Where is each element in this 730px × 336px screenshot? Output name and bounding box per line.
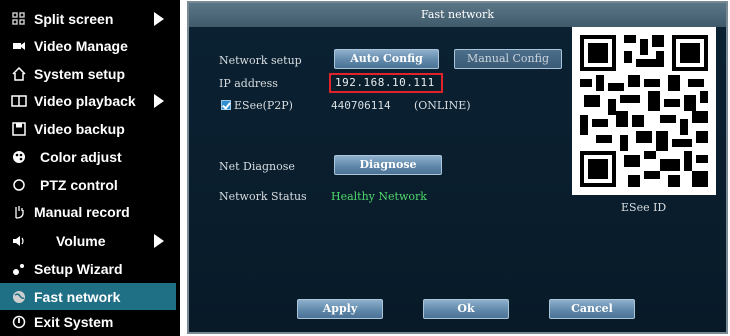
grid-icon [10, 10, 28, 28]
dialog-title: Fast network [189, 3, 726, 27]
menu-item-fast-network[interactable]: Fast network [0, 283, 176, 310]
menu-item-video-manage[interactable]: Video Manage [0, 32, 176, 59]
apply-button[interactable]: Apply [297, 299, 383, 319]
menu-item-label: Video backup [34, 120, 125, 137]
menu-item-label: Video Manage [34, 37, 128, 54]
menu-item-video-backup[interactable]: Video backup [0, 115, 176, 142]
speaker-icon [10, 232, 28, 250]
network-setup-label: Network setup [219, 54, 302, 67]
ptz-icon [10, 176, 28, 194]
context-menu: Split screen Video Manage System setup V… [0, 0, 180, 336]
menu-item-label: Fast network [34, 288, 121, 305]
esee-p2p-label: ESee(P2P) [234, 99, 293, 112]
esee-p2p-checkbox[interactable] [221, 100, 231, 110]
menu-item-color-adjust[interactable]: Color adjust [0, 143, 176, 170]
ip-address-field[interactable]: 192.168.10.111 [329, 73, 443, 93]
menu-item-label: Split screen [34, 10, 114, 27]
menu-item-label: Color adjust [40, 148, 122, 165]
menu-item-manual-record[interactable]: Manual record [0, 198, 176, 225]
hand-icon [10, 203, 28, 221]
floppy-icon [10, 120, 28, 138]
menu-item-ptz-control[interactable]: PTZ control [0, 171, 176, 198]
esee-status-value: (ONLINE) [414, 99, 471, 112]
net-diagnose-label: Net Diagnose [219, 160, 295, 173]
home-icon [10, 65, 28, 83]
menu-item-video-playback[interactable]: Video playback [0, 87, 176, 114]
manual-config-button[interactable]: Manual Config [454, 49, 562, 69]
ip-address-label: IP address [219, 77, 278, 90]
esee-id-value: 440706114 [331, 99, 391, 112]
menu-item-exit-system[interactable]: Exit System [0, 308, 176, 335]
network-status-value: Healthy Network [331, 190, 427, 203]
power-icon [10, 313, 28, 331]
menu-item-label: Video playback [34, 92, 136, 109]
film-icon [10, 92, 28, 110]
submenu-arrow-icon [154, 94, 164, 108]
submenu-arrow-icon [154, 12, 164, 26]
fast-network-dialog: Fast network Network setup Auto Config M… [187, 1, 728, 334]
wizard-icon [10, 260, 28, 278]
esee-qr-code [572, 27, 716, 195]
menu-item-label: Volume [56, 232, 106, 249]
network-status-label: Network Status [219, 190, 307, 203]
menu-item-label: Setup Wizard [34, 260, 123, 277]
qr-caption: ESee ID [621, 201, 667, 214]
menu-item-split-screen[interactable]: Split screen [0, 5, 176, 32]
menu-item-label: Exit System [34, 313, 114, 330]
menu-item-label: System setup [34, 65, 126, 82]
menu-item-volume[interactable]: Volume [0, 227, 176, 254]
menu-item-system-setup[interactable]: System setup [0, 60, 176, 87]
palette-icon [10, 148, 28, 166]
menu-item-label: PTZ control [40, 176, 118, 193]
cancel-button[interactable]: Cancel [549, 299, 635, 319]
menu-item-setup-wizard[interactable]: Setup Wizard [0, 255, 176, 282]
diagnose-button[interactable]: Diagnose [334, 155, 442, 175]
camera-icon [10, 37, 28, 55]
auto-config-button[interactable]: Auto Config [334, 49, 439, 69]
submenu-arrow-icon [154, 234, 164, 248]
globe-icon [10, 288, 28, 306]
menu-item-label: Manual record [34, 203, 130, 220]
ok-button[interactable]: Ok [423, 299, 509, 319]
